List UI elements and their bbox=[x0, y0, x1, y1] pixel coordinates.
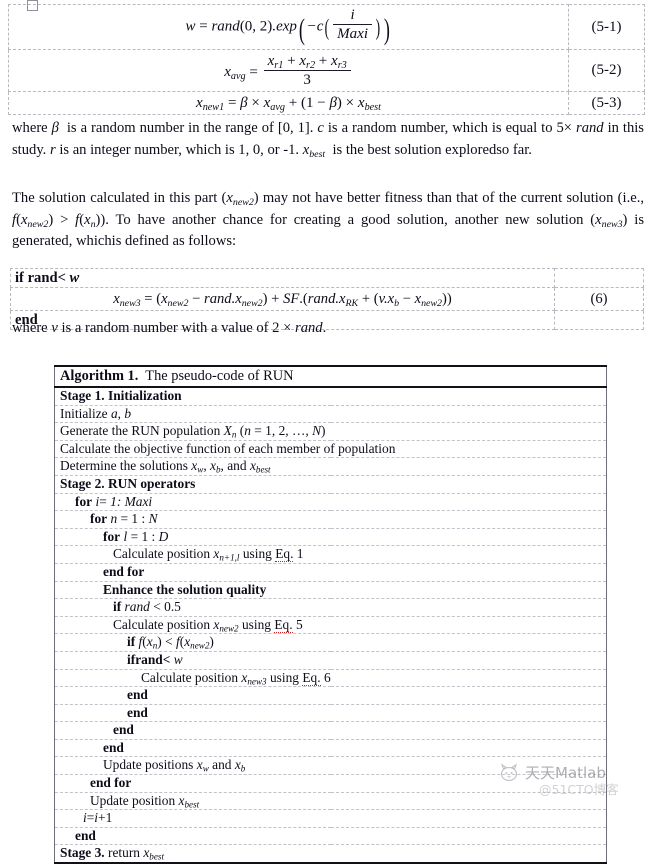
line-initialize-ab: Initialize a, b bbox=[54, 404, 607, 424]
line-calculate-position-eq5: Calculate position xnew2 using Eq. 5 bbox=[54, 615, 607, 635]
algorithm-header-row: Algorithm 1. The pseudo-code of RUN bbox=[54, 365, 607, 388]
equation-row-5-2: xavg = xr1 + xr2 + xr3 3 (5-2) bbox=[8, 49, 645, 92]
line-determine-solutions: Determine the solutions xw, xb, and xbes… bbox=[54, 457, 607, 476]
line-end-for-2: end for bbox=[54, 774, 607, 793]
equation-5-3-body: xnew1 = β × xavg + (1 − β) × xbest bbox=[8, 91, 569, 115]
algorithm-row-update-wb: Update positions xw and xb bbox=[54, 756, 607, 776]
algorithm-row-determine: Determine the solutions xw, xb, and xbes… bbox=[54, 457, 607, 476]
equation-number-5-2: (5-2) bbox=[568, 49, 645, 92]
spellcheck-underline-eq5: Eq. bbox=[274, 616, 293, 633]
algorithm-row-end-3: end bbox=[54, 721, 607, 740]
line-if-rand-05: if rand < 0.5 bbox=[54, 598, 607, 617]
algorithm-row-stage2: Stage 2. RUN operators bbox=[54, 474, 607, 494]
line-stage-2: Stage 2. RUN operators bbox=[54, 474, 607, 494]
equation-6-if-line: if rand< w bbox=[10, 268, 555, 288]
algorithm-row-calc-pos-eq5: Calculate position xnew2 using Eq. 5 bbox=[54, 615, 607, 635]
line-for-i: for i= 1: Maxi bbox=[54, 492, 607, 512]
algorithm-row-end-2: end bbox=[54, 703, 607, 723]
algorithm-row-if-rand-w: ifrand< w bbox=[54, 650, 607, 670]
line-end-2: end bbox=[54, 703, 607, 723]
equation-6-if-row: if rand< w bbox=[10, 268, 644, 288]
line-end-1: end bbox=[54, 686, 607, 705]
line-calculate-position-eq1: Calculate position xn+1,l using Eq. 1 bbox=[54, 545, 607, 564]
algorithm-row-generate: Generate the RUN population Xn (n = 1, 2… bbox=[54, 422, 607, 441]
algorithm-row-for-i: for i= 1: Maxi bbox=[54, 492, 607, 512]
equation-6-number-spacer-1 bbox=[554, 268, 644, 288]
line-enhance-quality: Enhance the solution quality bbox=[54, 580, 607, 600]
equation-6-number: (6) bbox=[554, 287, 644, 311]
algorithm-row-stage1: Stage 1. Initialization bbox=[54, 386, 607, 406]
algorithm-row-initialize: Initialize a, b bbox=[54, 404, 607, 424]
paragraph-where-beta: where β is a random number in the range … bbox=[12, 120, 644, 160]
algorithm-row-end-for-2: end for bbox=[54, 774, 607, 793]
paragraph-where-v: where v is a random number with a value … bbox=[12, 320, 327, 336]
line-stage-1: Stage 1. Initialization bbox=[54, 386, 607, 406]
algorithm-row-end-for-1: end for bbox=[54, 562, 607, 582]
line-if-rand-w: ifrand< w bbox=[54, 650, 607, 670]
spellcheck-underline-eq1: Eq. bbox=[275, 546, 294, 563]
algorithm-row-end-4: end bbox=[54, 738, 607, 758]
algorithm-row-calc-pos-eq1: Calculate position xn+1,l using Eq. 1 bbox=[54, 545, 607, 564]
line-generate-population: Generate the RUN population Xn (n = 1, 2… bbox=[54, 422, 607, 441]
equation-number-5-3: (5-3) bbox=[568, 91, 645, 115]
line-end-3: end bbox=[54, 721, 607, 740]
algorithm-row-if-rand-05: if rand < 0.5 bbox=[54, 598, 607, 617]
algorithm-row-i-increment: i=i+1 bbox=[54, 809, 607, 828]
algorithm-row-calc-pos-eq6: Calculate position xnew3 using Eq. 6 bbox=[54, 668, 607, 688]
equation-6-body-row: xnew3 = (xnew2 − rand.xnew2) + SF.(rand.… bbox=[10, 287, 644, 311]
equation-5-2-body: xavg = xr1 + xr2 + xr3 3 bbox=[8, 49, 569, 92]
equation-6-body: xnew3 = (xnew2 − rand.xnew2) + SF.(rand.… bbox=[10, 287, 555, 311]
algorithm-row-update-best: Update position xbest bbox=[54, 791, 607, 811]
line-update-position-best: Update position xbest bbox=[54, 791, 607, 811]
algorithm-row-if-f: if f(xn) < f(xnew2) bbox=[54, 633, 607, 652]
algorithm-row-for-n: for n = 1 : N bbox=[54, 510, 607, 529]
algorithm-row-for-l: for l = 1 : D bbox=[54, 527, 607, 547]
algorithm-pseudocode-table: Algorithm 1. The pseudo-code of RUN Stag… bbox=[54, 365, 607, 864]
algorithm-row-enhance: Enhance the solution quality bbox=[54, 580, 607, 600]
line-end-for-1: end for bbox=[54, 562, 607, 582]
equation-number-5-1: (5-1) bbox=[568, 4, 645, 50]
equations-table: w = rand(0, 2).exp(−c(i Maxi)) (5-1) xavg… bbox=[8, 4, 645, 115]
equation-5-1-body: w = rand(0, 2).exp(−c(i Maxi)) bbox=[8, 4, 569, 50]
line-i-increment: i=i+1 bbox=[54, 809, 607, 828]
line-update-positions-wb: Update positions xw and xb bbox=[54, 756, 607, 776]
line-for-n: for n = 1 : N bbox=[54, 510, 607, 529]
line-stage-3: Stage 3. return xbest bbox=[54, 844, 607, 864]
algorithm-row-end-5: end bbox=[54, 826, 607, 846]
algorithm-row-end-1: end bbox=[54, 686, 607, 705]
spellcheck-underline-eq6: Eq. bbox=[302, 669, 321, 686]
line-calculate-position-eq6: Calculate position xnew3 using Eq. 6 bbox=[54, 668, 607, 688]
algorithm-row-calc-objective: Calculate the objective function of each… bbox=[54, 439, 607, 459]
line-calculate-objective: Calculate the objective function of each… bbox=[54, 439, 607, 459]
equation-row-5-1: w = rand(0, 2).exp(−c(i Maxi)) (5-1) bbox=[8, 4, 645, 50]
line-if-f-compare: if f(xn) < f(xnew2) bbox=[54, 633, 607, 652]
line-end-4: end bbox=[54, 738, 607, 758]
line-for-l: for l = 1 : D bbox=[54, 527, 607, 547]
paragraph-solution-calculated: The solution calculated in this part (xn… bbox=[12, 190, 644, 249]
equation-row-5-3: xnew1 = β × xavg + (1 − β) × xbest (5-3) bbox=[8, 91, 645, 115]
line-end-5: end bbox=[54, 826, 607, 846]
algorithm-row-stage3: Stage 3. return xbest bbox=[54, 844, 607, 864]
algorithm-header: Algorithm 1. The pseudo-code of RUN bbox=[54, 365, 607, 388]
